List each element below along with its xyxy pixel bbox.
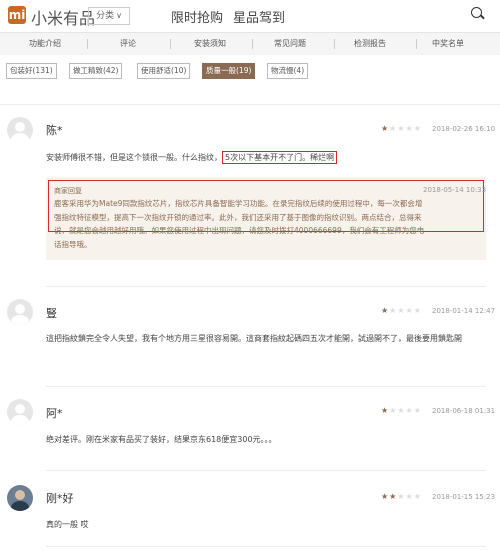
review-divider (46, 470, 486, 471)
star-rating: ★★★★★ (381, 492, 422, 501)
review-date: 2018-02-26 16:10 (432, 125, 496, 133)
merchant-reply-date: 2018-05-14 10:33 (423, 186, 487, 194)
review-divider (46, 386, 486, 387)
top-header: mi 小米有品 分类 ∨ 限时抢购 星品驾到 (0, 0, 500, 32)
avatar (7, 485, 33, 511)
highlighted-review-text: 5次以下基本开不了门。稀烂啊 (222, 151, 338, 164)
category-label: 分类 (96, 11, 115, 21)
avatar (7, 299, 33, 325)
tab-faq[interactable]: 常见问题 (250, 33, 330, 55)
merchant-reply-label: 商家回复 (54, 187, 82, 195)
filter-chip[interactable]: 物流慢(4) (267, 63, 309, 79)
review-text: 真的一般 哎 (46, 520, 89, 529)
category-dropdown[interactable]: 分类 ∨ (88, 7, 130, 25)
filter-chip-active[interactable]: 质量一般(19) (202, 63, 256, 79)
filter-chip[interactable]: 包装好(131) (6, 63, 57, 79)
reply-line: 强指纹特征模型，提高下一次指纹开锁的通过率。此外，我们还采用了基于图像的指纹识别… (54, 212, 422, 222)
reply-line: 说，就是您会越用越好用哦。如果您使用过程中出现问题，请您及时拨打40006666… (54, 226, 425, 235)
review-username: 豎 (46, 307, 57, 320)
chevron-down-icon: ∨ (116, 11, 122, 20)
tab-test-report[interactable]: 检测报告 (330, 33, 410, 55)
review-date: 2018-06-18 01:31 (432, 407, 496, 415)
review-divider (46, 286, 486, 287)
brand-name[interactable]: 小米有品 (31, 5, 95, 29)
review-date: 2018-01-14 12:47 (432, 307, 496, 315)
merchant-reply-text: 鹿客采用华为Mate9同款指纹芯片，指纹芯片具备智能学习功能。在录完指纹后续的使… (54, 197, 486, 251)
avatar (7, 399, 33, 425)
review-divider (46, 546, 486, 547)
tab-features[interactable]: 功能介绍 (5, 33, 85, 55)
filter-chip[interactable]: 做工精致(42) (69, 63, 123, 79)
review-username: 刚*好 (46, 492, 74, 505)
logo-icon[interactable]: mi (8, 6, 26, 24)
review-username: 阿* (46, 407, 63, 420)
review-username: 陈* (46, 124, 63, 137)
review-text: 這把指紋鎖完全令人失望，我有个地方用三星很容易開。這商套指紋起碼四五次才能開，試… (46, 334, 462, 343)
tab-reviews[interactable]: 评论 (88, 33, 168, 55)
reply-line: 话指导哦。 (54, 239, 92, 249)
tab-install-notes[interactable]: 安装须知 (170, 33, 250, 55)
avatar (7, 117, 33, 143)
review-text: 绝对差评。刚在米家有品买了装好，结果京东618便宜300元。。。 (46, 435, 277, 444)
star-rating: ★★★★★ (381, 406, 422, 415)
tab-bar: 功能介绍 评论 安装须知 常见问题 检测报告 中奖名单 (0, 33, 500, 55)
review-text-part: 安装师傅很不错，但是这个锁很一般。什么指纹， (46, 153, 222, 162)
review-text: 安装师傅很不错，但是这个锁很一般。什么指纹， 5次以下基本开不了门。稀烂啊 (46, 150, 338, 166)
reply-line: 鹿客采用华为Mate9同款指纹芯片，指纹芯片具备智能学习功能。在录完指纹后续的使… (54, 199, 423, 208)
star-rating: ★★★★★ (381, 124, 422, 133)
filter-chip[interactable]: 使用舒适(10) (137, 63, 191, 79)
review-date: 2018-01-15 15:23 (432, 493, 496, 501)
tab-winners[interactable]: 中奖名单 (408, 33, 488, 55)
list-divider (0, 104, 500, 105)
star-rating: ★★★★★ (381, 306, 422, 315)
nav-flash-sale[interactable]: 限时抢购 (171, 7, 223, 26)
nav-star-products[interactable]: 星品驾到 (233, 7, 285, 26)
search-icon[interactable] (471, 7, 482, 18)
